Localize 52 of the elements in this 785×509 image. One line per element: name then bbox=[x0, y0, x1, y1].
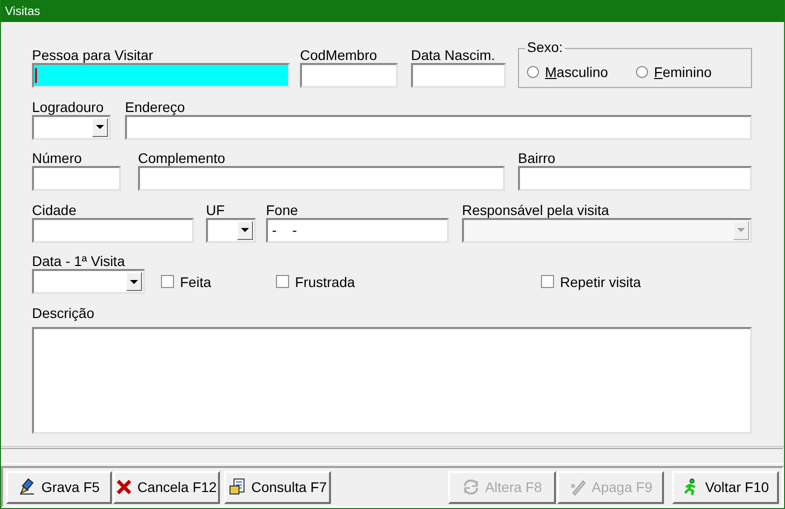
field-label: Número bbox=[32, 151, 82, 166]
cross-icon bbox=[116, 479, 132, 495]
radio-label[interactable]: Masculino bbox=[545, 64, 608, 80]
toolbar-button[interactable]: Voltar F10 bbox=[672, 470, 779, 504]
document-icon bbox=[228, 478, 246, 496]
dropdown-field[interactable] bbox=[32, 114, 111, 140]
checkbox-label[interactable]: Repetir visita bbox=[560, 274, 641, 290]
text-field[interactable] bbox=[138, 166, 505, 192]
field-label: Bairro bbox=[518, 151, 556, 166]
text-field[interactable] bbox=[518, 166, 752, 192]
field-label: Data - 1ª Visita bbox=[32, 254, 125, 270]
toolbar-button[interactable]: Grava F5 bbox=[6, 470, 112, 504]
text-field[interactable] bbox=[32, 63, 290, 88]
field-label: Data Nascim. bbox=[411, 48, 496, 63]
toolbar-button[interactable]: Cancela F12 bbox=[113, 470, 220, 504]
text-field[interactable]: - - bbox=[266, 218, 449, 243]
checkbox[interactable] bbox=[276, 275, 289, 288]
field-label: Pessoa para Visitar bbox=[32, 48, 154, 63]
field-label: Logradouro bbox=[32, 100, 104, 115]
caret-icon bbox=[96, 125, 104, 130]
pen-icon bbox=[18, 478, 36, 496]
field-label: UF bbox=[206, 202, 225, 218]
radio-label[interactable]: Feminino bbox=[654, 64, 712, 80]
radio-button[interactable] bbox=[527, 66, 539, 78]
field-label: Endereço bbox=[125, 100, 185, 115]
eraser-icon bbox=[568, 478, 587, 496]
text-field[interactable] bbox=[32, 166, 121, 192]
checkbox-label[interactable]: Frustrada bbox=[295, 274, 355, 290]
caret-icon bbox=[737, 228, 745, 232]
field-label: Complemento bbox=[138, 151, 226, 166]
toolbar-button[interactable]: Consulta F7 bbox=[224, 470, 331, 504]
caret-icon bbox=[241, 228, 249, 232]
field-label: Fone bbox=[266, 202, 298, 218]
checkbox-label[interactable]: Feita bbox=[180, 274, 212, 290]
text-field[interactable] bbox=[125, 114, 752, 140]
text-area[interactable] bbox=[32, 326, 752, 434]
checkbox[interactable] bbox=[161, 275, 174, 288]
text-field[interactable] bbox=[32, 218, 194, 243]
refresh-icon bbox=[462, 478, 480, 496]
radio-button[interactable] bbox=[636, 66, 648, 78]
field-label: Descrição bbox=[32, 306, 94, 321]
field-label: Cidade bbox=[32, 202, 76, 218]
field-label: Responsável pela visita bbox=[462, 202, 610, 218]
caret-icon bbox=[130, 280, 138, 284]
checkbox[interactable] bbox=[541, 275, 554, 288]
field-label: CodMembro bbox=[300, 48, 378, 63]
group-label: Sexo: bbox=[525, 40, 565, 55]
dropdown-field[interactable] bbox=[206, 218, 256, 243]
text-field[interactable] bbox=[411, 63, 506, 88]
dropdown-field[interactable] bbox=[32, 269, 145, 294]
window-title: Visitas bbox=[1, 0, 784, 22]
text-field[interactable] bbox=[300, 63, 398, 88]
